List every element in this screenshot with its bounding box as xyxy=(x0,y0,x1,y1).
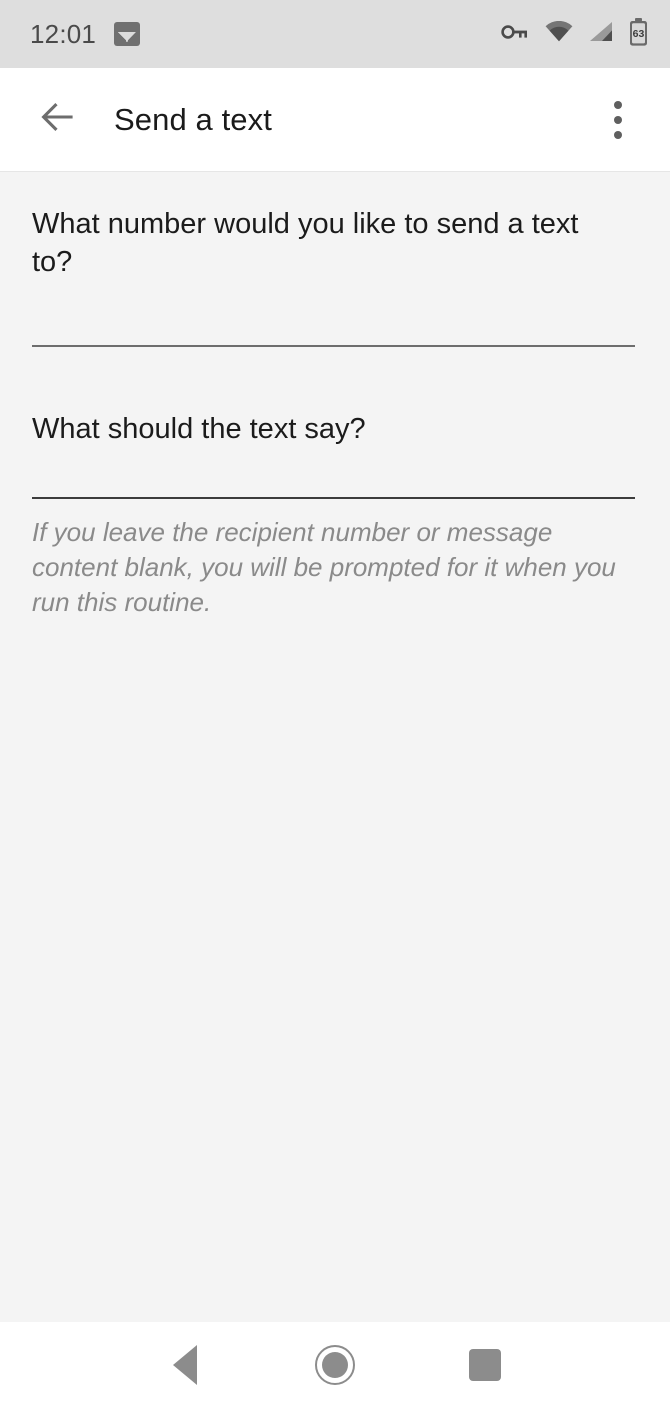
system-navigation-bar xyxy=(0,1322,670,1408)
overflow-menu-button[interactable] xyxy=(590,92,646,148)
more-vert-icon xyxy=(614,100,622,109)
square-recents-icon xyxy=(469,1349,501,1381)
status-bar-right: 63 xyxy=(501,17,648,51)
status-bar-clock: 12:01 xyxy=(30,18,97,49)
nav-back-button[interactable] xyxy=(110,1322,260,1408)
phone-screen: 12:01 63 Send a text What number would y… xyxy=(0,0,670,1408)
message-text-label: What should the text say? xyxy=(32,413,366,446)
form-content: What number would you like to send a tex… xyxy=(0,172,670,1322)
status-bar: 12:01 63 xyxy=(0,0,670,68)
recipient-number-label: What number would you like to send a tex… xyxy=(32,208,579,278)
circle-home-icon xyxy=(315,1345,355,1385)
helper-text: If you leave the recipient number or mes… xyxy=(32,517,616,618)
back-button[interactable] xyxy=(30,92,86,148)
more-vert-icon-dot xyxy=(614,130,622,139)
nav-recents-button[interactable] xyxy=(410,1322,560,1408)
triangle-back-icon xyxy=(173,1345,197,1385)
photo-icon xyxy=(114,22,141,46)
page-title: Send a text xyxy=(114,101,272,137)
recipient-number-field-group: What number would you like to send a tex… xyxy=(32,172,638,348)
app-bar: Send a text xyxy=(0,68,670,172)
nav-home-button[interactable] xyxy=(260,1322,410,1408)
arrow-back-icon xyxy=(40,102,76,137)
wifi-icon xyxy=(545,20,573,47)
svg-text:63: 63 xyxy=(633,28,645,40)
more-vert-icon-dot xyxy=(614,115,622,124)
vpn-key-icon xyxy=(501,22,529,47)
battery-icon: 63 xyxy=(629,17,648,51)
cellular-signal-icon xyxy=(589,21,613,47)
message-text-field-group: What should the text say? xyxy=(32,347,638,500)
status-bar-left: 12:01 xyxy=(30,18,141,50)
